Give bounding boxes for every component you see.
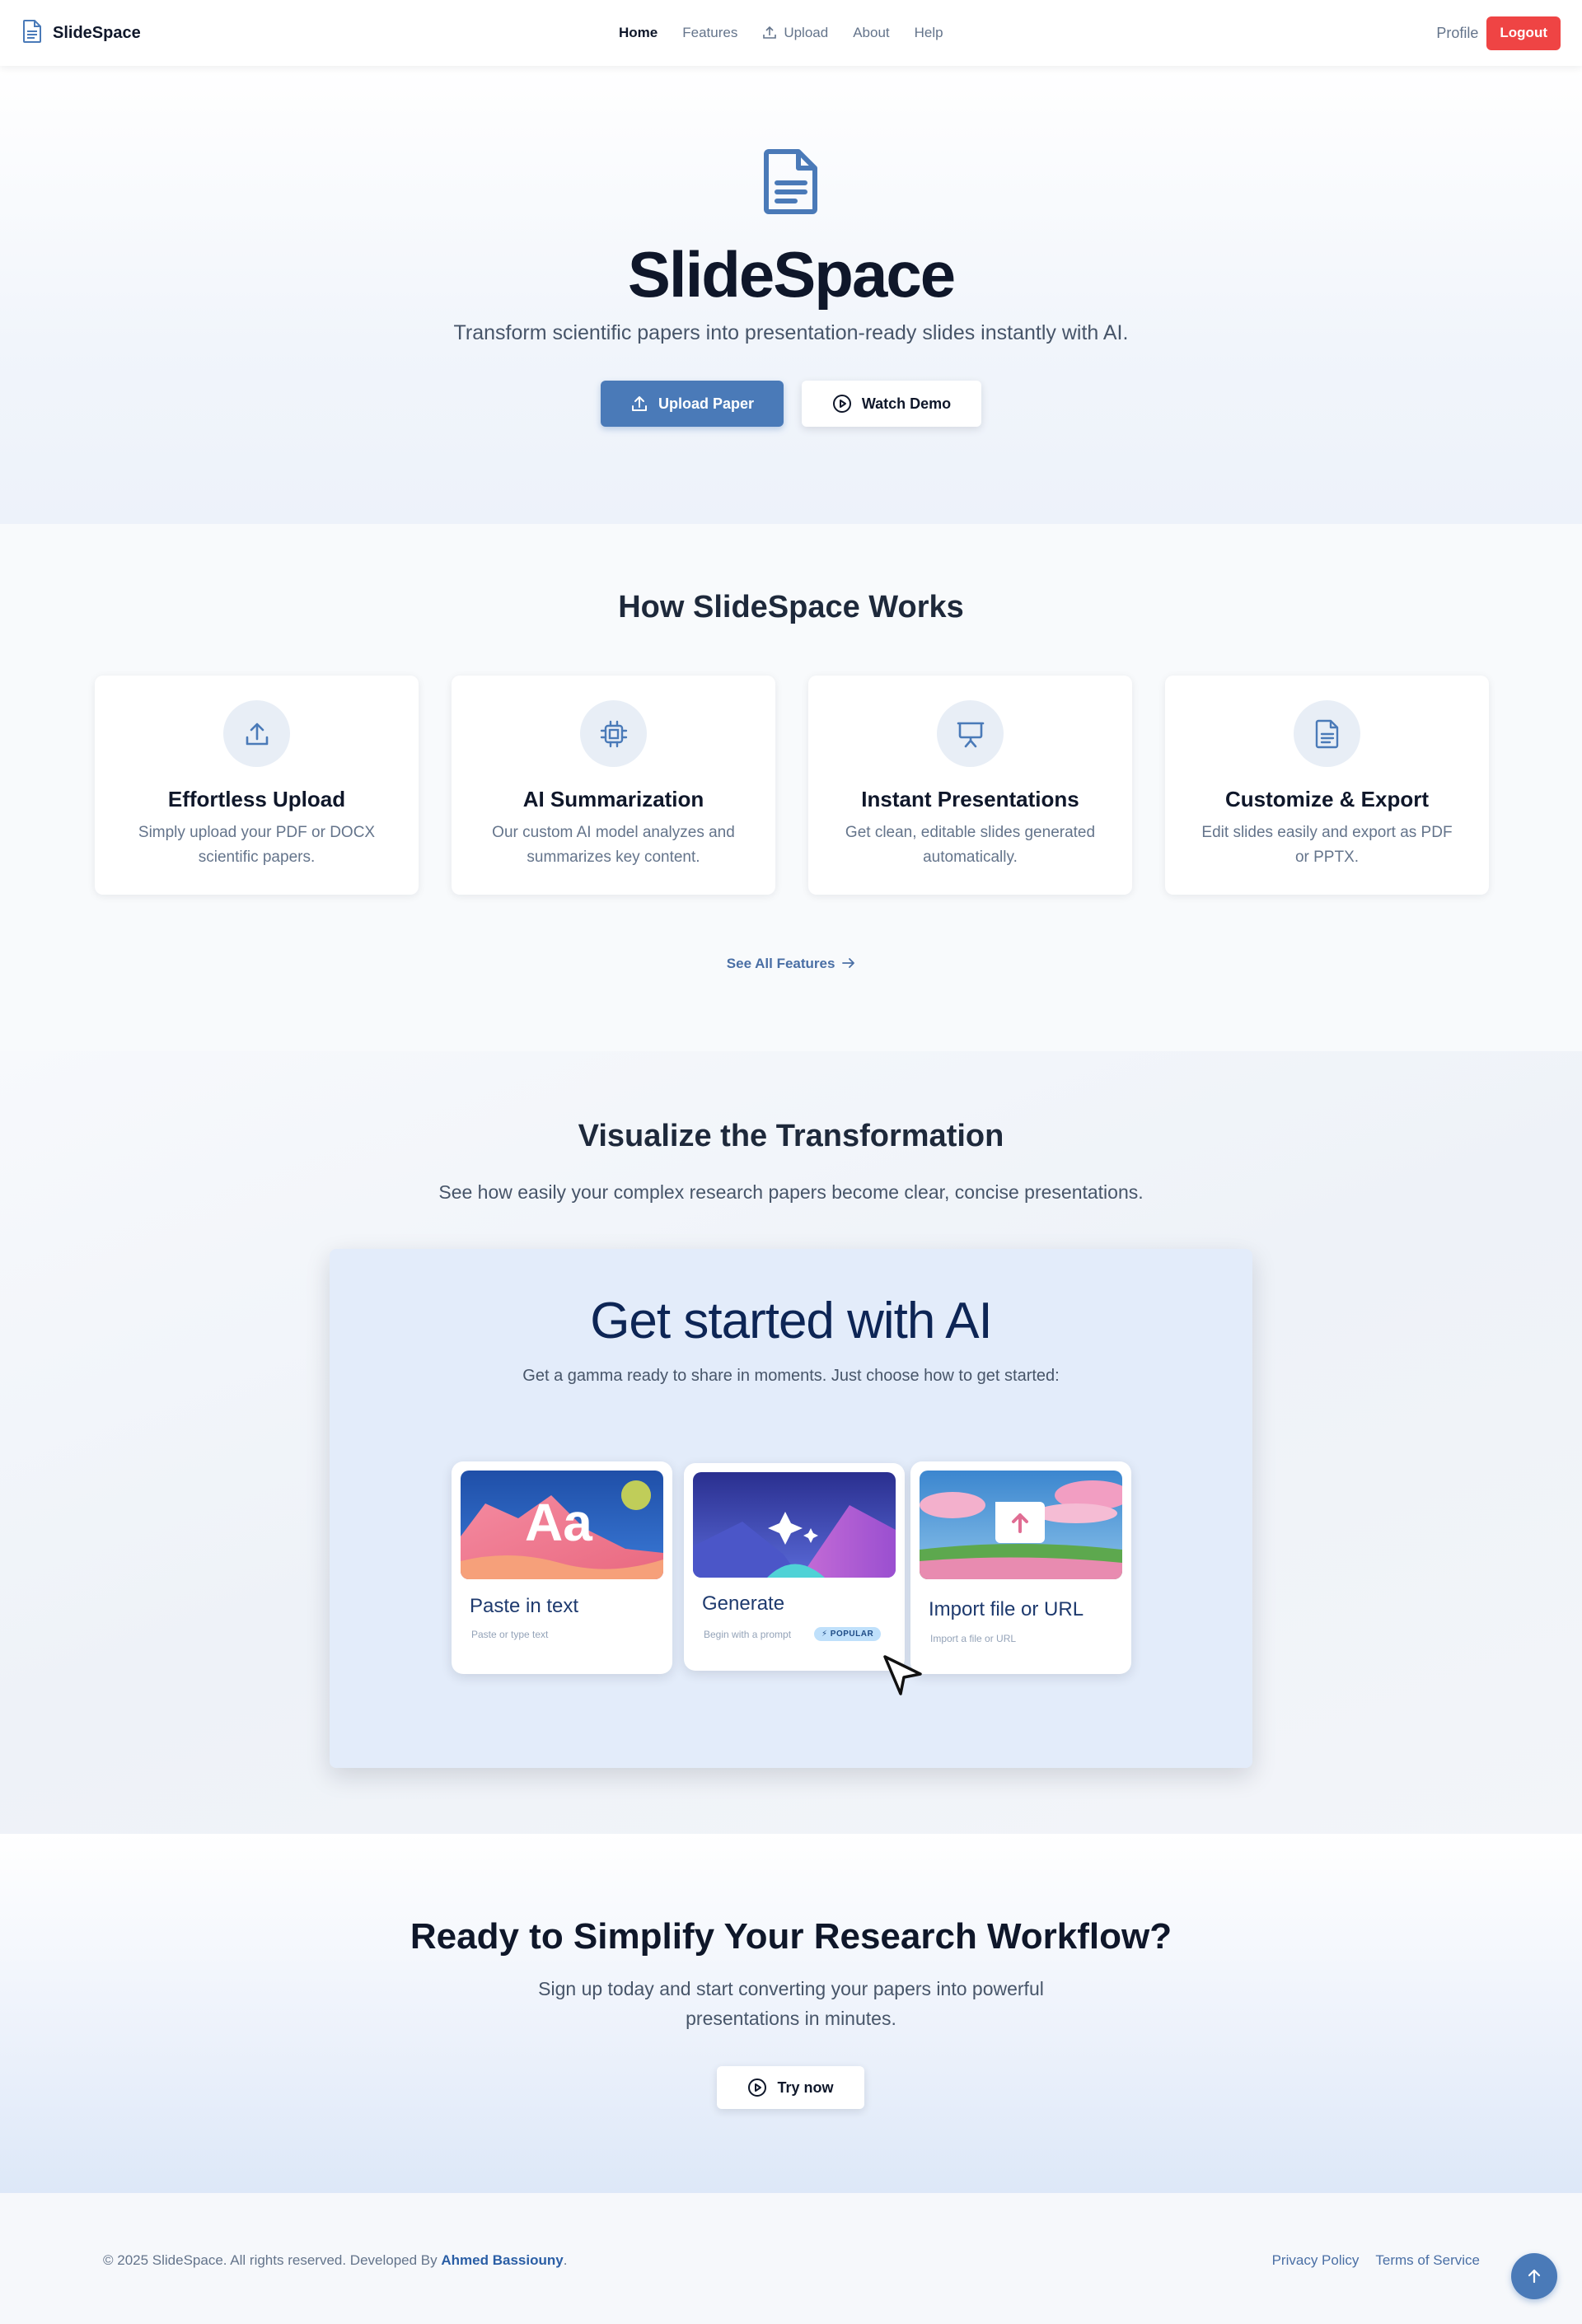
top-navbar: SlideSpace Home Features Upload About He… — [0, 0, 1582, 66]
see-all-label: See All Features — [726, 956, 835, 971]
card-description: Simply upload your PDF or DOCX scientifi… — [138, 824, 376, 866]
how-title: How SlideSpace Works — [618, 590, 964, 624]
scroll-to-top-button[interactable] — [1511, 2253, 1557, 2299]
hero-title: SlideSpace — [627, 238, 956, 311]
arrow-up-icon — [1528, 2269, 1541, 2284]
arrow-right-icon — [842, 958, 855, 968]
hero-subtitle: Transform scientific papers into present… — [453, 321, 1129, 344]
nav-upload[interactable]: Upload — [762, 25, 828, 41]
how-it-works-section: How SlideSpace Works Effortless Upload S… — [0, 524, 1582, 1051]
card-title: Instant Presentations — [861, 787, 1079, 811]
demo-preview: Get started with AI Get a gamma ready to… — [330, 1249, 1252, 1768]
document-icon — [23, 19, 41, 47]
copyright-text: © 2025 SlideSpace. All rights reserved. … — [103, 2252, 567, 2269]
copyright-label: © 2025 SlideSpace. All rights reserved. … — [103, 2252, 438, 2268]
feature-card-export: Customize & Export Edit slides easily an… — [1165, 676, 1489, 895]
try-now-label: Try now — [777, 2079, 834, 2096]
demo-subtitle: Get a gamma ready to share in moments. J… — [522, 1367, 1060, 1385]
see-all-features-link[interactable]: See All Features — [0, 956, 1582, 972]
profile-link[interactable]: Profile — [1436, 25, 1478, 42]
hero-section: SlideSpace Transform scientific papers i… — [0, 66, 1582, 524]
hero-buttons: Upload Paper Watch Demo — [601, 381, 981, 427]
logout-button[interactable]: Logout — [1486, 16, 1561, 50]
cpu-chip-icon — [580, 700, 647, 767]
nav-right: Profile Logout — [1436, 0, 1561, 66]
visualize-section: Visualize the Transformation See how eas… — [0, 1051, 1582, 1834]
popular-badge: ⚡ POPULAR — [814, 1627, 882, 1641]
brand-logo[interactable]: SlideSpace — [23, 0, 141, 66]
option-import-file[interactable]: Import file or URL Import a file or URL — [910, 1461, 1131, 1674]
card-title: Customize & Export — [1224, 787, 1430, 811]
nav-links: Home Features Upload About Help — [619, 0, 968, 66]
nav-features[interactable]: Features — [682, 25, 737, 41]
privacy-policy-link[interactable]: Privacy Policy — [1272, 2252, 1360, 2269]
option-paste-text[interactable]: Aa Paste in text Paste or type text — [452, 1461, 672, 1674]
feature-cards: Effortless Upload Simply upload your PDF… — [95, 676, 1489, 895]
visualize-title: Visualize the Transformation — [578, 1119, 1004, 1153]
cta-subtitle: Sign up today and start converting your … — [538, 1978, 1044, 2029]
presentation-icon — [937, 700, 1004, 767]
option-title: Import file or URL — [929, 1598, 1084, 1620]
copyright-period: . — [563, 2252, 568, 2268]
card-description: Our custom AI model analyzes and summari… — [492, 824, 735, 866]
feature-card-upload: Effortless Upload Simply upload your PDF… — [95, 676, 419, 895]
upload-paper-button[interactable]: Upload Paper — [601, 381, 784, 427]
nav-home[interactable]: Home — [619, 25, 658, 41]
aa-glyph: Aa — [525, 1493, 592, 1552]
terms-of-service-link[interactable]: Terms of Service — [1375, 2252, 1480, 2269]
paste-text-illustration: Aa — [461, 1471, 663, 1579]
option-generate[interactable]: Generate Begin with a prompt ⚡ POPULAR — [684, 1463, 905, 1671]
nav-about[interactable]: About — [853, 25, 889, 41]
cta-title: Ready to Simplify Your Research Workflow… — [410, 1916, 1172, 1957]
visualize-subtitle: See how easily your complex research pap… — [438, 1181, 1144, 1203]
upload-icon — [763, 26, 777, 39]
option-subtitle: Import a file or URL — [930, 1633, 1017, 1644]
watch-demo-label: Watch Demo — [861, 395, 952, 412]
card-title: Effortless Upload — [167, 787, 346, 811]
card-title: AI Summarization — [522, 787, 704, 811]
demo-title: Get started with AI — [590, 1293, 993, 1349]
nav-upload-label: Upload — [784, 25, 829, 40]
try-now-button[interactable]: Try now — [717, 2066, 864, 2109]
cta-section: Ready to Simplify Your Research Workflow… — [0, 1834, 1582, 2193]
play-circle-icon — [832, 395, 851, 413]
upload-icon — [631, 396, 647, 411]
option-subtitle: Begin with a prompt — [704, 1629, 792, 1640]
mouse-cursor-icon — [882, 1654, 925, 1701]
generate-illustration — [693, 1472, 896, 1578]
nav-help[interactable]: Help — [915, 25, 943, 41]
watch-demo-button[interactable]: Watch Demo — [802, 381, 981, 427]
card-description: Edit slides easily and export as PDF or … — [1201, 824, 1453, 866]
option-subtitle: Paste or type text — [471, 1629, 549, 1640]
upload-paper-label: Upload Paper — [658, 395, 755, 412]
footer-links: Privacy Policy Terms of Service — [1272, 2252, 1480, 2269]
upload-icon — [223, 700, 290, 767]
feature-card-presentations: Instant Presentations Get clean, editabl… — [808, 676, 1132, 895]
footer: © 2025 SlideSpace. All rights reserved. … — [0, 2193, 1582, 2324]
feature-card-summarization: AI Summarization Our custom AI model ana… — [452, 676, 775, 895]
author-link[interactable]: Ahmed Bassiouny — [441, 2252, 563, 2268]
brand-name: SlideSpace — [53, 23, 141, 42]
card-description: Get clean, editable slides generated aut… — [845, 824, 1096, 866]
option-title: Generate — [702, 1592, 785, 1615]
document-icon — [762, 148, 820, 218]
option-title: Paste in text — [470, 1595, 579, 1617]
import-illustration — [920, 1471, 1122, 1579]
play-circle-icon — [748, 2079, 767, 2097]
document-icon — [1294, 700, 1360, 767]
